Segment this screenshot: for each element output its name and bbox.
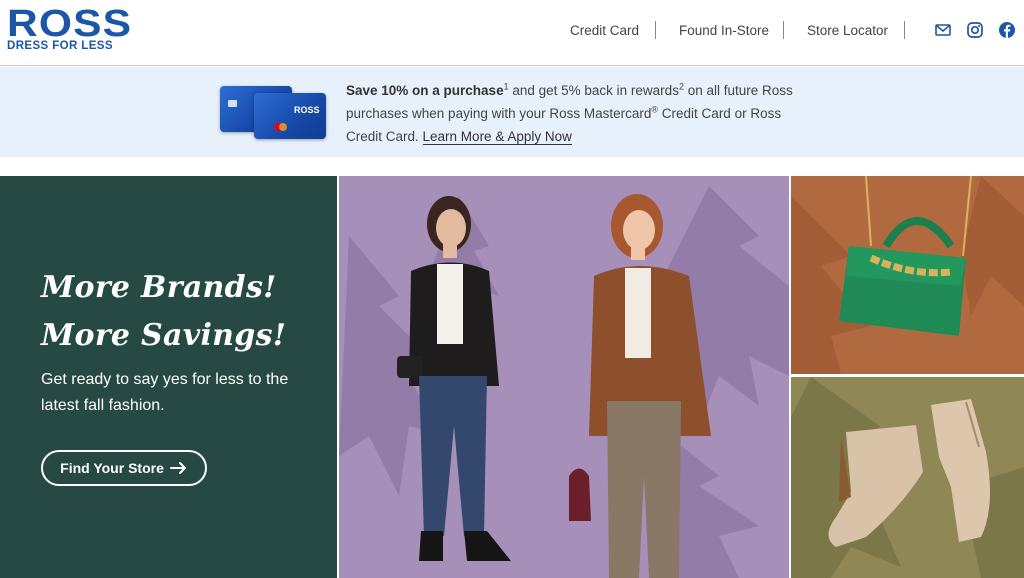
logo-tagline: DRESS FOR LESS: [7, 40, 113, 52]
hero-image-handbag[interactable]: [791, 176, 1024, 374]
promo-text-part: and get 5% back in rewards: [508, 83, 679, 98]
nav-credit-card[interactable]: Credit Card: [570, 23, 639, 38]
nav-divider: [783, 21, 784, 39]
nav-store-locator[interactable]: Store Locator: [807, 23, 888, 38]
logo-wordmark: ROSS: [7, 3, 133, 45]
ross-logo[interactable]: ROSS DRESS FOR LESS: [7, 5, 131, 56]
nav-found-in-store[interactable]: Found In-Store: [679, 23, 769, 38]
hero-subtext: Get ready to say yes for less to the lat…: [41, 371, 289, 414]
nav-divider: [904, 21, 905, 39]
site-header: ROSS DRESS FOR LESS Credit Card Found In…: [0, 0, 1024, 66]
nav-divider: [655, 21, 656, 39]
hero-text-panel: More Brands! More Savings! Get ready to …: [0, 176, 337, 578]
hero-headline-line-1: More Brands!: [41, 270, 277, 305]
hero-image-boots[interactable]: [791, 377, 1024, 578]
hero-image-models[interactable]: [339, 176, 789, 578]
mail-icon[interactable]: [934, 21, 952, 39]
card-chip: [228, 100, 237, 107]
arrow-right-icon: [169, 461, 188, 475]
promo-headline: Save 10% on a purchase: [346, 83, 504, 98]
promo-text: Save 10% on a purchase1 and get 5% back …: [346, 79, 816, 148]
facebook-icon[interactable]: [998, 21, 1016, 39]
hero-headline-line-2: More Savings!: [41, 318, 287, 353]
credit-card-promo-banner: ROSS ROSS Save 10% on a purchase1 and ge…: [0, 67, 1024, 157]
card-logo: ROSS: [294, 105, 320, 115]
mastercard-logo: [279, 123, 287, 131]
instagram-icon[interactable]: [966, 21, 984, 39]
credit-card-image: ROSS: [254, 93, 326, 139]
find-your-store-button[interactable]: Find Your Store: [41, 450, 207, 486]
find-your-store-label: Find Your Store: [60, 460, 164, 476]
learn-more-apply-link[interactable]: Learn More & Apply Now: [422, 129, 572, 145]
